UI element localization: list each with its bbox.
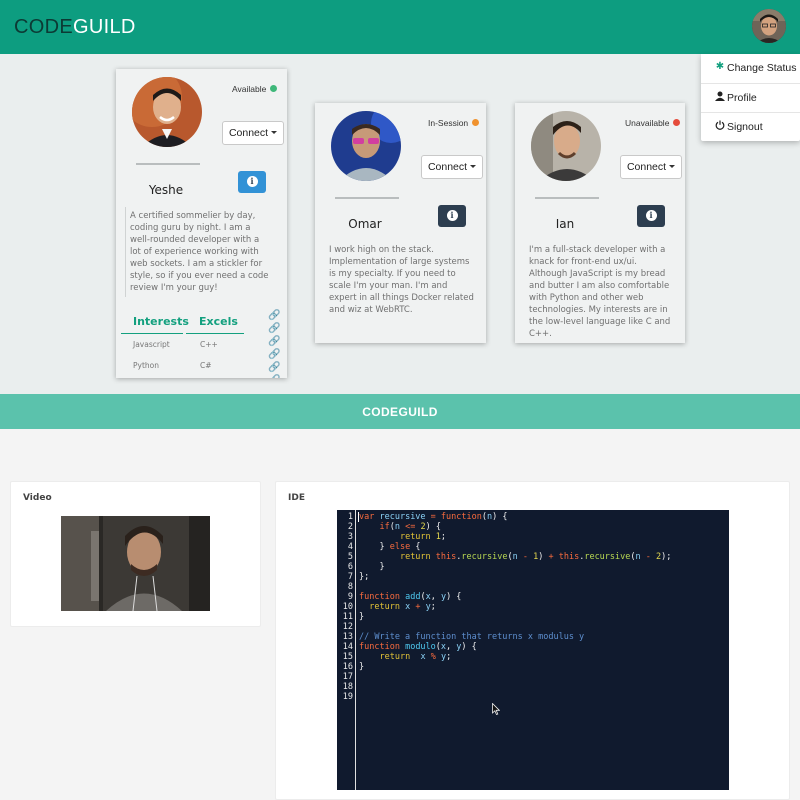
avatar-omar: [331, 111, 401, 181]
excels-heading: Excels: [199, 315, 238, 328]
interest-item: Python: [133, 361, 159, 370]
bio-border: [125, 207, 126, 297]
divider: [136, 163, 200, 165]
top-navbar: CODEGUILD: [0, 0, 800, 54]
menu-item-change-status[interactable]: ✱ Change Status: [701, 54, 800, 83]
connect-label: Connect: [228, 127, 269, 139]
interests-underline: [121, 333, 183, 334]
line-number: 1: [347, 512, 353, 522]
code-editor[interactable]: 1 2 3 4 5 6 7 8 9 10 11 12 13 14 15 16 17 18 19 var recurs…: [337, 510, 729, 790]
line-number: 17: [342, 672, 353, 682]
status-indicator: In-Session: [428, 118, 480, 128]
line-number-gutter: 1 2 3 4 5 6 7 8 9 10 11 12 13 14 15 16 17 18 19: [337, 512, 353, 702]
line-number: 4: [347, 542, 353, 552]
status-dot-icon: [270, 85, 278, 92]
line-number: 14: [342, 642, 353, 652]
interest-item: Javascript: [133, 340, 170, 349]
info-icon: i: [645, 210, 657, 221]
line-number: 8: [347, 582, 353, 592]
excels-underline: [186, 333, 244, 334]
info-button[interactable]: i: [438, 205, 466, 227]
avatar-yeshe: [132, 77, 202, 147]
link-icon[interactable]: 🔗: [268, 309, 280, 322]
status-indicator: Available: [232, 84, 278, 94]
code-content[interactable]: var recursive = function(n) { if(n <= 2)…: [359, 512, 671, 702]
connect-label: Connect: [626, 161, 667, 173]
line-number: 13: [342, 632, 353, 642]
connect-button[interactable]: Connect: [222, 121, 284, 145]
line-number: 10: [342, 602, 353, 612]
mouse-pointer-icon: [492, 703, 500, 715]
menu-item-label: Signout: [727, 121, 763, 133]
brand-prefix: CODE: [14, 16, 73, 38]
status-label: Available: [232, 84, 267, 94]
asterisk-icon: ✱: [715, 61, 725, 72]
avatar-ian: [531, 111, 601, 181]
info-button[interactable]: i: [637, 205, 665, 227]
connect-label: Connect: [427, 161, 468, 173]
line-number: 12: [342, 622, 353, 632]
user-dropdown-menu: ✱ Change Status Profile Signout: [701, 54, 800, 141]
profile-bio: I work high on the stack. Implementation…: [329, 245, 474, 315]
gutter-divider: [355, 510, 356, 790]
info-button[interactable]: i: [238, 171, 266, 193]
brand-logo[interactable]: CODEGUILD: [14, 16, 136, 39]
link-icon[interactable]: 🔗: [268, 322, 280, 335]
line-number: 11: [342, 612, 353, 622]
menu-item-profile[interactable]: Profile: [701, 84, 800, 113]
user-icon: [714, 91, 726, 104]
status-dot-icon: [472, 119, 480, 126]
link-icon[interactable]: 🔗: [268, 348, 280, 361]
line-number: 15: [342, 652, 353, 662]
link-icon[interactable]: 🔗: [268, 374, 280, 378]
line-number: 16: [342, 662, 353, 672]
excel-item: C++: [200, 340, 218, 349]
link-icons: 🔗 🔗 🔗 🔗 🔗 🔗: [268, 309, 280, 378]
info-icon: i: [446, 210, 458, 221]
line-number: 7: [347, 572, 353, 582]
banner-title: CODEGUILD: [362, 405, 438, 419]
menu-item-label: Change Status: [727, 62, 797, 74]
status-indicator: Unavailable: [625, 118, 681, 128]
profile-bio: I'm a full-stack developer with a knack …: [529, 245, 671, 339]
excel-item: C#: [200, 361, 212, 370]
caret-down-icon: [669, 165, 676, 168]
line-number: 6: [347, 562, 353, 572]
profile-card-omar: In-Session Connect Omar i I work high on…: [315, 103, 486, 343]
connect-button[interactable]: Connect: [620, 155, 682, 179]
user-avatar[interactable]: [752, 9, 786, 43]
profile-bio: A certified sommelier by day, coding gur…: [130, 211, 269, 293]
status-dot-icon: [673, 119, 681, 126]
power-icon: [714, 120, 726, 133]
profile-name: Omar: [348, 217, 382, 231]
line-number: 18: [342, 682, 353, 692]
caret-down-icon: [271, 131, 278, 134]
line-number: 5: [347, 552, 353, 562]
profile-card-yeshe: Available Connect Yeshe i A certified so…: [116, 69, 287, 378]
line-number: 2: [347, 522, 353, 532]
link-icon[interactable]: 🔗: [268, 361, 280, 374]
section-banner: CODEGUILD: [0, 394, 800, 429]
profile-card-ian: Unavailable Connect Ian i I'm a full-sta…: [515, 103, 685, 343]
divider: [335, 197, 399, 199]
video-panel-title: Video: [23, 493, 52, 503]
line-number: 19: [342, 692, 353, 702]
status-label: In-Session: [428, 118, 469, 128]
interests-heading: Interests: [133, 315, 189, 328]
profile-name: Yeshe: [148, 183, 184, 197]
video-feed[interactable]: [61, 516, 210, 611]
line-number: 9: [347, 592, 353, 602]
brand-suffix: GUILD: [72, 16, 136, 38]
menu-item-label: Profile: [727, 92, 757, 104]
divider: [535, 197, 599, 199]
line-number: 3: [347, 532, 353, 542]
link-icon[interactable]: 🔗: [268, 335, 280, 348]
connect-button[interactable]: Connect: [421, 155, 483, 179]
profile-name: Ian: [555, 217, 575, 231]
menu-item-signout[interactable]: Signout: [701, 113, 800, 142]
ide-panel-title: IDE: [288, 493, 305, 503]
info-icon: i: [246, 176, 258, 187]
status-label: Unavailable: [625, 118, 670, 128]
caret-down-icon: [470, 165, 477, 168]
